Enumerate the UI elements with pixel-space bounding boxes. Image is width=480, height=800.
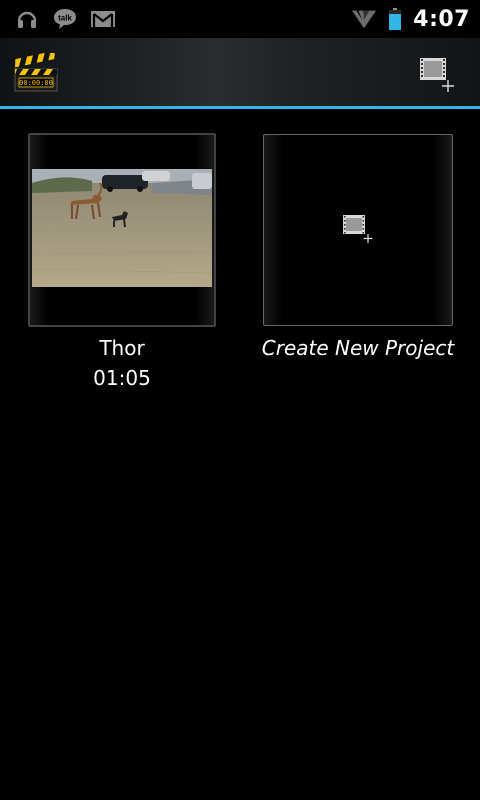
clock: 4:07 [413, 6, 470, 32]
action-bar-divider [0, 106, 480, 109]
action-bar: 00:00:00 [0, 38, 480, 106]
project-thumbnail-image [32, 169, 212, 287]
clapperboard-icon[interactable]: 00:00:00 [13, 50, 59, 93]
svg-text:00:00:00: 00:00:00 [19, 79, 53, 87]
status-bar: talk 4:07 [0, 0, 480, 38]
wifi-icon [351, 8, 377, 30]
svg-text:talk: talk [58, 14, 72, 23]
project-name: Thor [99, 336, 145, 360]
battery-icon [387, 8, 403, 30]
new-project-action-button[interactable] [412, 54, 460, 94]
project-thor-card[interactable] [28, 133, 216, 327]
gmail-icon [90, 8, 116, 30]
new-film-icon [420, 58, 454, 92]
headphones-icon [14, 8, 40, 30]
project-duration: 01:05 [93, 366, 151, 390]
create-new-project-label[interactable]: Create New Project [252, 336, 464, 360]
create-new-project-card[interactable] [263, 134, 453, 326]
talk-icon: talk [52, 8, 78, 30]
new-film-icon [341, 214, 375, 244]
